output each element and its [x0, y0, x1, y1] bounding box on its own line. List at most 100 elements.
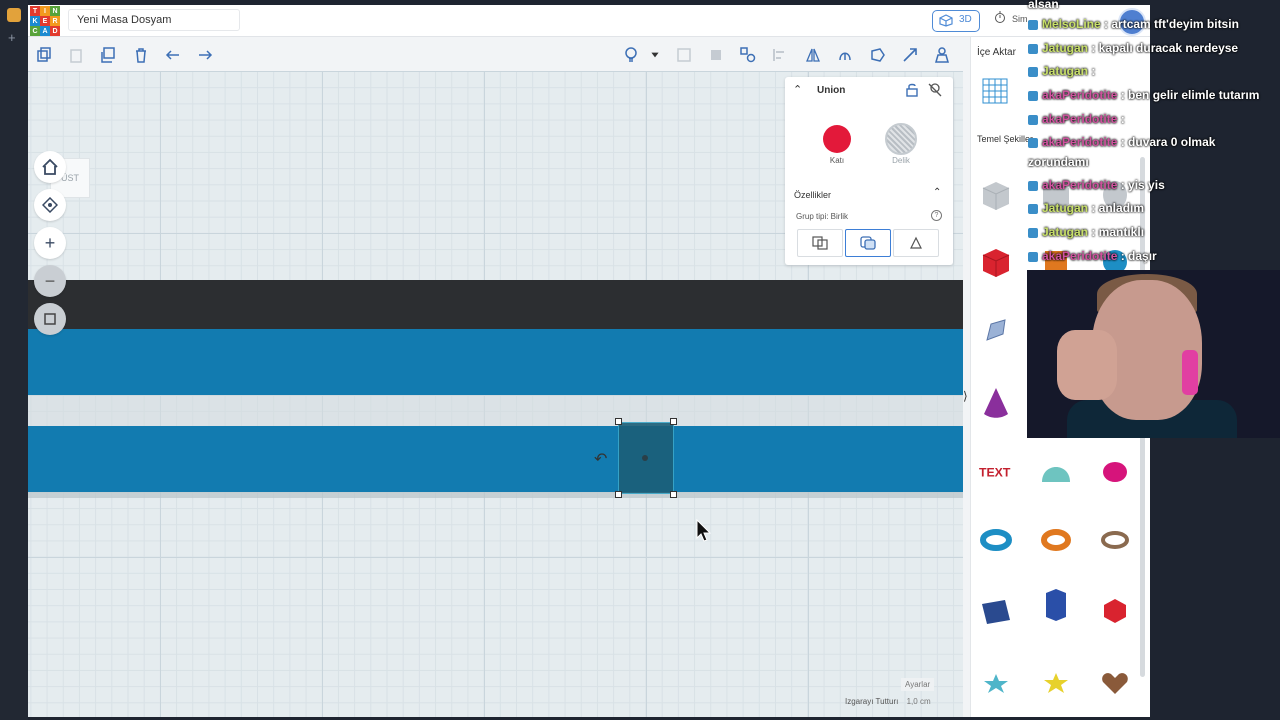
fit-view-button[interactable]: [34, 189, 66, 221]
dark-wall-shape[interactable]: [28, 280, 963, 330]
stopwatch-icon[interactable]: [994, 11, 1006, 23]
ring-shape[interactable]: [1097, 522, 1133, 558]
lock-icon[interactable]: [905, 83, 919, 97]
chat-message: MelsoLine : artcam tft'deyim bitsin: [1028, 17, 1239, 31]
torus-shape[interactable]: [978, 522, 1014, 558]
redo-button[interactable]: [196, 46, 214, 64]
edit-toolbar: [28, 37, 970, 71]
chat-fragment: alsan: [1028, 0, 1059, 11]
snap-grid-value[interactable]: 1,0 cm: [907, 697, 931, 706]
help-icon[interactable]: ?: [931, 210, 942, 221]
light-bulb-button[interactable]: [622, 46, 640, 64]
hole-button[interactable]: [885, 123, 917, 155]
chat-message: akaPeridotite : daşır: [1028, 249, 1157, 263]
polygon-shape[interactable]: [1097, 593, 1133, 629]
resize-handle[interactable]: [670, 418, 677, 425]
copy-button[interactable]: [35, 46, 53, 64]
zoom-out-button[interactable]: −: [34, 265, 66, 297]
star-shape[interactable]: [978, 665, 1014, 701]
inspector-title: Union: [817, 85, 846, 96]
app-header: TINKERCAD Yeni Masa Dosyam 3D Sim...: [28, 5, 1150, 37]
zoom-in-button[interactable]: +: [34, 227, 66, 259]
undo-icon: [165, 50, 179, 60]
export-button[interactable]: [901, 46, 919, 64]
heart-shape[interactable]: [1097, 665, 1133, 701]
copy-icon: [37, 47, 51, 62]
chat-message: akaPeridotite :: [1028, 112, 1125, 126]
chevron-up-icon[interactable]: ⌃: [933, 187, 941, 198]
tube-shape[interactable]: [1038, 522, 1074, 558]
mirror-button[interactable]: [804, 46, 822, 64]
note-button[interactable]: [675, 46, 693, 64]
tinkercad-logo[interactable]: TINKERCAD: [30, 6, 60, 36]
box-shape[interactable]: [978, 244, 1014, 280]
delete-button[interactable]: [132, 46, 150, 64]
chat-text: :: [1117, 112, 1125, 126]
paste-button[interactable]: [67, 46, 85, 64]
settings-button[interactable]: Ayarlar: [901, 678, 935, 691]
home-view-button[interactable]: [34, 151, 66, 183]
import-button[interactable]: İçe Aktar: [977, 47, 1016, 58]
chat-text: : ben gelir elimle tutarım: [1117, 88, 1260, 102]
chat-badge-icon: [1028, 90, 1038, 101]
plus-icon: +: [44, 232, 56, 253]
perspective-icon: [44, 313, 56, 325]
align-button[interactable]: [771, 46, 789, 64]
wedge-shape[interactable]: [978, 593, 1014, 629]
gold-star-shape[interactable]: [1038, 665, 1074, 701]
hide-bulb-icon[interactable]: [928, 83, 942, 97]
send-to-button[interactable]: [933, 46, 951, 64]
group-type-option-1[interactable]: [797, 229, 843, 257]
text-shape[interactable]: TEXT: [978, 453, 1014, 489]
properties-label: Özellikler: [794, 190, 832, 200]
chat-message: akaPeridotite : ben gelir elimle tutarım: [1028, 88, 1259, 102]
logo-letter: E: [40, 16, 50, 26]
hexagonal-prism-shape[interactable]: [1038, 587, 1074, 623]
paraboloid-shape[interactable]: [1097, 453, 1133, 489]
view-3d-toggle[interactable]: 3D: [932, 10, 980, 32]
ruler-button[interactable]: [707, 46, 725, 64]
resize-handle[interactable]: [615, 418, 622, 425]
shapes-category-select[interactable]: Temel Şekiller: [977, 134, 1033, 144]
cruise-button[interactable]: [836, 46, 854, 64]
chat-text: : daşır: [1117, 249, 1157, 263]
chat-username: akaPeridotite: [1042, 178, 1118, 192]
blue-box-shape[interactable]: [28, 426, 963, 492]
group-type-label: Grup tipi: Birlik: [796, 212, 849, 221]
perspective-button[interactable]: [34, 303, 66, 335]
document-title-field[interactable]: Yeni Masa Dosyam: [68, 9, 240, 31]
chat-username: Jatugan: [1042, 225, 1089, 239]
resize-handle[interactable]: [615, 491, 622, 498]
box-hole-shape[interactable]: [978, 177, 1014, 213]
blue-box-shape[interactable]: [28, 329, 963, 395]
workplane-button[interactable]: [869, 46, 887, 64]
workplane-canvas[interactable]: ↶ ÜST + − ⌃ Union Katı Delik Özellikler …: [28, 71, 963, 717]
chevron-down-icon[interactable]: [649, 46, 661, 64]
half-cylinder-shape[interactable]: [1038, 453, 1074, 489]
app-icon[interactable]: [7, 8, 21, 22]
chat-text: :: [1088, 64, 1096, 78]
logo-letter: C: [30, 26, 40, 36]
group-button[interactable]: [739, 46, 757, 64]
rotate-handle[interactable]: ↶: [594, 449, 607, 469]
grid-view-icon[interactable]: [981, 77, 1009, 105]
duplicate-button[interactable]: [99, 46, 117, 64]
mesh-icon: [910, 236, 922, 249]
undo-button[interactable]: [164, 46, 182, 64]
scribble-shape[interactable]: [978, 313, 1014, 349]
webcam-lamp: [1182, 350, 1198, 395]
collapse-icon[interactable]: ⌃: [793, 83, 802, 96]
solid-button[interactable]: [823, 125, 851, 153]
chat-username: akaPeridotite: [1042, 135, 1118, 149]
snap-grid-control[interactable]: Izgarayı Tutturı 1,0 cm: [845, 697, 931, 706]
light-bulb-icon: [625, 47, 637, 62]
group-type-option-2[interactable]: [845, 229, 891, 257]
cruise-icon: [839, 52, 851, 61]
logo-letter: A: [40, 26, 50, 36]
resize-handle[interactable]: [670, 491, 677, 498]
add-icon[interactable]: +: [8, 30, 16, 45]
expand-panel-chevron[interactable]: ⟩: [963, 389, 968, 403]
cone-shape[interactable]: [978, 385, 1014, 421]
group-type-option-3[interactable]: [893, 229, 939, 257]
chat-message: Jatugan : anladım: [1028, 201, 1144, 215]
